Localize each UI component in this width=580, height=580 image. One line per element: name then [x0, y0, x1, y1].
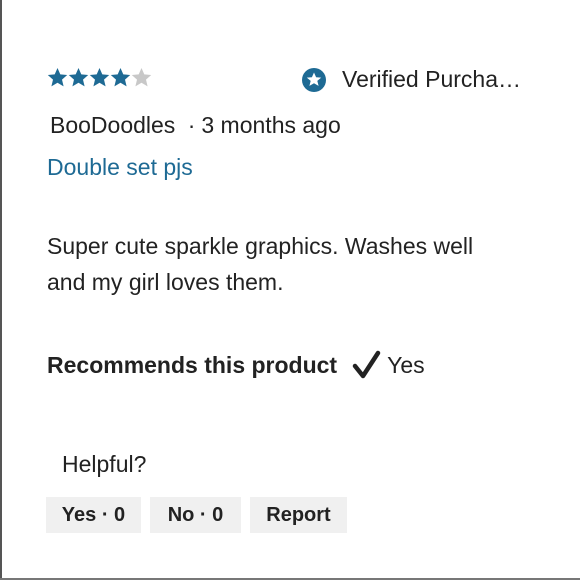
helpful-label: Helpful? [62, 451, 147, 477]
meta-separator: · [187, 112, 196, 138]
verified-badge-icon [302, 67, 326, 92]
star-rating [47, 64, 152, 90]
helpful-no-button[interactable]: No · 0 [150, 497, 241, 533]
feedback-buttons: Yes · 0 No · 0 Report [46, 497, 356, 533]
review-date: 3 months ago [201, 112, 341, 138]
star-empty-icon [131, 67, 152, 86]
verified-purchase-badge: Verified Purcha… [302, 66, 521, 93]
check-icon [352, 350, 381, 379]
report-button[interactable]: Report [250, 497, 347, 533]
star-filled-icon [68, 67, 89, 86]
recommend-label: Recommends this product [47, 351, 338, 378]
review-title: Double set pjs [47, 154, 193, 180]
author-name: BooDoodles [50, 112, 176, 138]
star-filled-icon [47, 67, 68, 86]
recommendation: Recommends this product Yes [47, 350, 425, 380]
review-body: Super cute sparkle graphics. Washes well… [47, 233, 474, 295]
review-meta: BooDoodles · 3 months ago [50, 112, 341, 139]
star-filled-icon [110, 67, 131, 86]
verified-purchase-label: Verified Purcha… [342, 66, 521, 92]
star-filled-icon [89, 67, 110, 86]
left-border [0, 0, 2, 580]
recommend-answer: Yes [387, 351, 425, 378]
helpful-yes-button[interactable]: Yes · 0 [46, 497, 141, 533]
